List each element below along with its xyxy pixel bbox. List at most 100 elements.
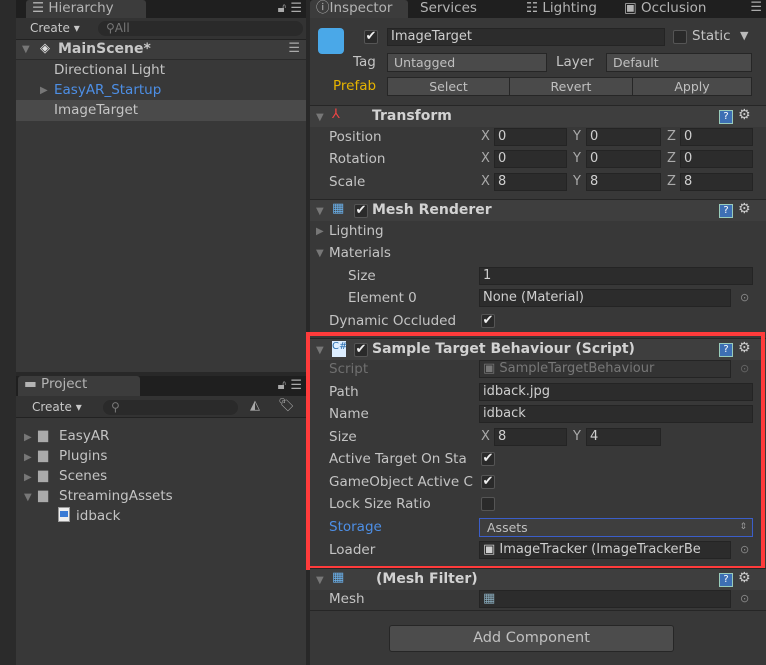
axis-x: X: [481, 129, 490, 144]
search-input[interactable]: ⚲All: [98, 21, 303, 36]
divider: [310, 610, 766, 611]
prefab-revert-button[interactable]: Revert: [509, 77, 633, 96]
axis-x: X: [481, 151, 490, 166]
search-input[interactable]: ⚲: [103, 400, 238, 415]
project-item[interactable]: Plugins: [59, 448, 107, 464]
hierarchy-item[interactable]: EasyAR_Startup: [54, 82, 161, 98]
gear-icon[interactable]: ⚙: [738, 201, 751, 217]
axis-y: Y: [573, 174, 581, 189]
static-checkbox[interactable]: [673, 30, 687, 44]
highlight-box: [306, 332, 765, 570]
lighting-foldout[interactable]: Lighting: [329, 223, 384, 239]
tab-occlusion[interactable]: ▣ Occlusion: [618, 0, 712, 18]
folder-icon: ▬: [24, 376, 42, 392]
active-checkbox[interactable]: ✔: [364, 30, 378, 44]
help-icon[interactable]: ?: [719, 204, 733, 218]
element0-label: Element 0: [348, 290, 417, 306]
object-picker-icon[interactable]: ⊙: [740, 592, 749, 605]
mesh-renderer-enabled-checkbox[interactable]: ✔: [354, 204, 368, 218]
scene-row[interactable]: ▼ ◈ MainScene* ☰: [16, 40, 306, 60]
create-button[interactable]: Create ▾: [30, 21, 80, 35]
axis-y: Y: [573, 151, 581, 166]
prefab-label: Prefab: [333, 78, 377, 94]
prefab-apply-button[interactable]: Apply: [632, 77, 752, 96]
gear-icon[interactable]: ⚙: [738, 570, 751, 586]
dynamic-occluded-label: Dynamic Occluded: [329, 313, 457, 329]
label-tag-icon[interactable]: 🏷︎: [278, 398, 295, 413]
info-icon: ⓘ: [316, 0, 330, 16]
project-item[interactable]: Scenes: [59, 468, 107, 484]
search-icon: ⚲: [111, 400, 120, 414]
transform-header[interactable]: ▼ ⅄ Transform ? ⚙: [310, 105, 766, 127]
gear-icon[interactable]: ⚙: [738, 107, 751, 123]
tag-dropdown[interactable]: Untagged: [387, 53, 547, 72]
search-icon: ⚲: [106, 21, 115, 35]
rotation-y[interactable]: 0: [586, 150, 661, 168]
object-picker-icon[interactable]: ⊙: [740, 291, 749, 304]
project-item[interactable]: EasyAR: [59, 428, 109, 444]
hierarchy-panel: ☰ Hierarchy 🔓︎ ☰ Create ▾ ⚲All ▼ ◈ MainS…: [16, 0, 306, 372]
occlusion-icon: ▣: [624, 0, 642, 16]
materials-size-label: Size: [348, 268, 376, 284]
menu-icon[interactable]: ☰: [290, 378, 302, 393]
hierarchy-item[interactable]: Directional Light: [54, 62, 165, 78]
static-dropdown-icon[interactable]: ▼: [740, 29, 748, 42]
mesh-filter-header[interactable]: ▼ ▦ (Mesh Filter) ? ⚙: [310, 568, 766, 590]
tag-label: Tag: [353, 54, 376, 70]
static-label: Static: [692, 28, 731, 44]
help-icon[interactable]: ?: [719, 110, 733, 124]
project-panel: ▬ Project 🔓︎ ☰ Create ▾ ⚲ ◭ 🏷︎ ▶ ▆ EasyAR …: [16, 376, 306, 665]
element0-field[interactable]: None (Material): [479, 289, 731, 307]
scale-y[interactable]: 8: [586, 173, 661, 191]
sliders-icon: ☷: [526, 0, 543, 16]
mesh-icon: ▦: [483, 591, 496, 606]
mesh-renderer-icon: ▦: [332, 201, 345, 216]
scene-menu-icon[interactable]: ☰: [288, 41, 300, 56]
axis-z: Z: [667, 151, 676, 166]
create-button[interactable]: Create ▾: [32, 400, 82, 414]
position-x[interactable]: 0: [494, 128, 567, 146]
lock-icon[interactable]: 🔓︎: [278, 378, 286, 393]
tab-project[interactable]: ▬ Project: [18, 376, 140, 396]
project-item[interactable]: StreamingAssets: [59, 488, 173, 504]
mesh-field[interactable]: ▦: [479, 590, 731, 608]
tab-hierarchy[interactable]: ☰ Hierarchy: [26, 0, 146, 18]
menu-icon[interactable]: ☰: [290, 1, 302, 16]
rotation-label: Rotation: [329, 151, 386, 167]
axis-z: Z: [667, 174, 676, 189]
mesh-renderer-header[interactable]: ▼ ▦ ✔ Mesh Renderer ? ⚙: [310, 199, 766, 221]
folder-icon: ▆: [38, 488, 48, 503]
unity-scene-icon: ◈: [40, 41, 50, 56]
position-y[interactable]: 0: [586, 128, 661, 146]
materials-foldout[interactable]: Materials: [329, 245, 391, 261]
rotation-x[interactable]: 0: [494, 150, 567, 168]
prefab-select-button[interactable]: Select: [387, 77, 510, 96]
dynamic-occluded-checkbox[interactable]: ✔: [481, 314, 495, 328]
object-name-field[interactable]: ImageTarget: [387, 28, 665, 46]
folder-icon: ▆: [38, 448, 48, 463]
position-z[interactable]: 0: [680, 128, 753, 146]
mesh-filter-icon: ▦: [332, 570, 345, 585]
add-component-button[interactable]: Add Component: [389, 625, 674, 652]
tab-services[interactable]: Services: [414, 0, 483, 18]
inspector-tabs: ⓘInspector Services ☷ Lighting ▣ Occlusi…: [310, 0, 766, 18]
axis-x: X: [481, 174, 490, 189]
mesh-label: Mesh: [329, 591, 365, 607]
rotation-z[interactable]: 0: [680, 150, 753, 168]
folder-icon: ▆: [38, 428, 48, 443]
materials-size-field[interactable]: 1: [479, 267, 753, 285]
lock-icon[interactable]: 🔓︎: [278, 1, 286, 16]
hierarchy-item-selected[interactable]: ImageTarget: [16, 100, 306, 121]
project-item[interactable]: idback: [76, 508, 120, 524]
layer-label: Layer: [556, 54, 594, 70]
layer-dropdown[interactable]: Default: [606, 53, 752, 72]
help-icon[interactable]: ?: [719, 573, 733, 587]
scale-z[interactable]: 8: [680, 173, 753, 191]
filter-type-icon[interactable]: ◭: [250, 398, 260, 413]
scale-label: Scale: [329, 174, 366, 190]
tab-lighting[interactable]: ☷ Lighting: [520, 0, 603, 18]
gameobject-cube-icon: [318, 28, 344, 54]
scale-x[interactable]: 8: [494, 173, 567, 191]
tab-inspector[interactable]: ⓘInspector: [310, 0, 408, 18]
menu-icon[interactable]: ☰: [750, 0, 762, 15]
